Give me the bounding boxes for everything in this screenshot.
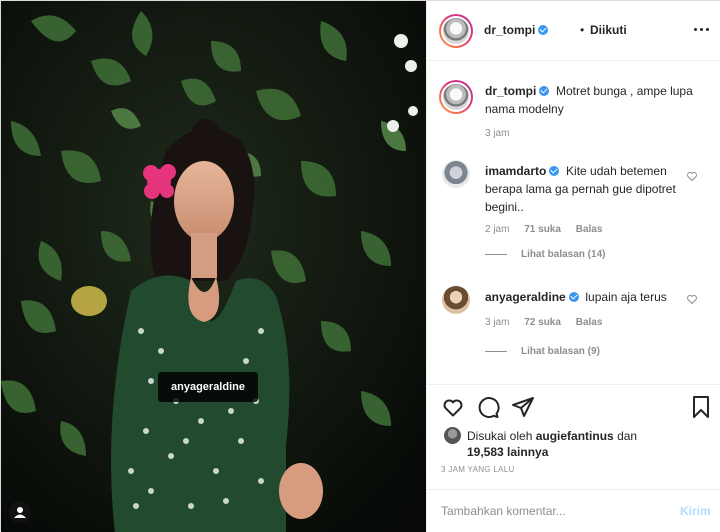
view-replies-button[interactable]: Lihat balasan (9): [485, 346, 600, 357]
verified-badge-icon: [539, 86, 550, 96]
comment-item: anyageraldine lupain aja terus 3 jam 72 …: [427, 284, 720, 384]
verified-badge-icon: [549, 166, 560, 176]
instagram-post-window: anyageraldine dr_tompi • Diikuti dr_tomp…: [0, 0, 720, 532]
photo-illustration: [1, 1, 426, 532]
caption-avatar[interactable]: [439, 80, 473, 114]
comment-input[interactable]: Tambahkan komentar...: [441, 504, 566, 518]
comment-likes[interactable]: 71 suka: [524, 224, 561, 235]
add-comment-bar: Tambahkan komentar... Kirim: [427, 489, 720, 532]
post-timestamp: 3 JAM YANG LALU: [441, 465, 515, 474]
commenter-avatar[interactable]: [442, 286, 470, 314]
comment-meta: 2 jam 71 suka Balas: [485, 224, 614, 235]
likes-summary[interactable]: Disukai oleh augiefantinus dan 19,583 la…: [467, 428, 707, 460]
follow-status-button[interactable]: Diikuti: [590, 23, 627, 37]
caption-time: 3 jam: [485, 128, 510, 139]
share-icon[interactable]: [511, 395, 535, 419]
post-details-panel: dr_tompi • Diikuti dr_tompi Motret bunga…: [426, 1, 720, 532]
comment-meta: 3 jam 72 suka Balas: [485, 317, 614, 328]
comments-list[interactable]: dr_tompi Motret bunga , ampe lupa nama m…: [427, 62, 720, 384]
reply-button[interactable]: Balas: [576, 317, 603, 328]
liker-avatar[interactable]: [444, 427, 461, 444]
caption: dr_tompi Motret bunga , ampe lupa nama m…: [427, 80, 720, 160]
comment-text: anyageraldine lupain aja terus: [485, 290, 667, 304]
caption-text: dr_tompi Motret bunga , ampe lupa nama m…: [485, 84, 693, 116]
verified-badge-icon: [538, 25, 549, 35]
comment-username[interactable]: anyageraldine: [485, 290, 566, 304]
comment-time: 2 jam: [485, 224, 510, 235]
separator-dot: •: [580, 23, 585, 37]
heart-icon[interactable]: [686, 293, 698, 305]
send-comment-button[interactable]: Kirim: [680, 504, 711, 518]
post-actions: Disukai oleh augiefantinus dan 19,583 la…: [427, 384, 720, 494]
view-replies-button[interactable]: Lihat balasan (14): [485, 249, 605, 260]
reply-button[interactable]: Balas: [576, 224, 603, 235]
heart-icon[interactable]: [686, 170, 698, 182]
comment-item: imamdarto Kite udah betemen berapa lama …: [427, 158, 720, 278]
more-horizontal-icon[interactable]: [690, 21, 714, 37]
post-photo[interactable]: anyageraldine: [1, 1, 426, 532]
comment-text: imamdarto Kite udah betemen berapa lama …: [485, 164, 676, 214]
comment-likes[interactable]: 72 suka: [524, 317, 561, 328]
commenter-avatar[interactable]: [442, 160, 470, 188]
caption-username[interactable]: dr_tompi: [485, 84, 536, 98]
post-header: dr_tompi • Diikuti: [427, 1, 720, 61]
verified-badge-icon: [568, 292, 579, 302]
heart-icon[interactable]: [441, 395, 465, 419]
comment-username[interactable]: imamdarto: [485, 164, 546, 178]
comment-time: 3 jam: [485, 317, 510, 328]
bookmark-icon[interactable]: [689, 395, 713, 419]
photo-user-tag[interactable]: anyageraldine: [158, 372, 258, 402]
author-avatar[interactable]: [439, 14, 473, 48]
author-username[interactable]: dr_tompi: [484, 23, 549, 37]
user-tag-icon[interactable]: [9, 501, 31, 523]
comment-icon[interactable]: [476, 395, 500, 419]
